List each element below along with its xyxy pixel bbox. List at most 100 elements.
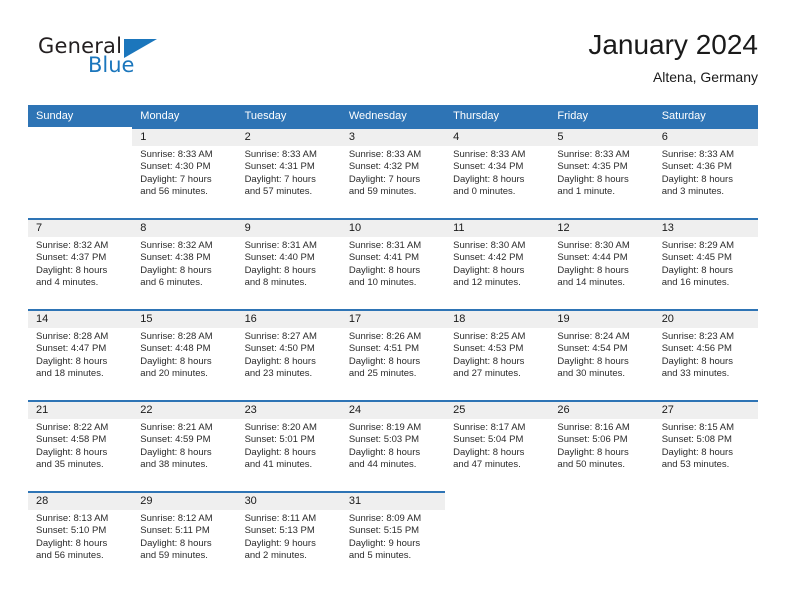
calendar-day-cell[interactable]: 23 Sunrise: 8:20 AM Sunset: 5:01 PM Dayligh… [236, 400, 341, 492]
sunset-time: Sunset: 5:13 PM [244, 525, 315, 537]
sunrise-time: Sunrise: 8:31 AM [348, 240, 422, 251]
calendar-cell-inner: 28 Sunrise: 8:13 AM Sunset: 5:10 PM Dayligh… [28, 493, 133, 580]
calendar-day-cell[interactable]: 10 Sunrise: 8:31 AM Sunset: 4:41 PM Dayligh… [340, 218, 446, 310]
calendar-day-cell[interactable]: 9 Sunrise: 8:31 AM Sunset: 4:40 PM Daylight… [236, 218, 341, 310]
sunrise-time: Sunrise: 8:25 AM [453, 331, 526, 342]
calendar-day-cell[interactable]: 16 Sunrise: 8:27 AM Sunset: 4:50 PM Dayligh… [236, 309, 341, 401]
calendar-day-cell[interactable]: 4 Sunrise: 8:33 AM Sunset: 4:34 PM Daylight… [445, 127, 550, 219]
sunset-time: Sunset: 4:48 PM [140, 343, 211, 355]
page-title: January 2024 [588, 29, 758, 60]
calendar-day-cell[interactable]: 25 Sunrise: 8:17 AM Sunset: 5:04 PM Dayligh… [445, 400, 550, 492]
day-details: Sunrise: 8:33 AM Sunset: 4:31 PM Daylight:… [237, 146, 341, 199]
day-details: Sunrise: 8:09 AM Sunset: 5:15 PM Daylight:… [341, 510, 445, 563]
calendar-day-cell[interactable]: 20 Sunrise: 8:23 AM Sunset: 4:56 PM Dayligh… [653, 309, 758, 401]
calendar-day-cell[interactable]: 14 Sunrise: 8:28 AM Sunset: 4:47 PM Dayligh… [28, 309, 133, 401]
daylight-duration-line1: Daylight: 7 hours [348, 173, 421, 185]
calendar-day-cell[interactable]: 30 Sunrise: 8:11 AM Sunset: 5:13 PM Dayligh… [236, 491, 341, 582]
calendar-day-cell[interactable]: 27 Sunrise: 8:15 AM Sunset: 5:08 PM Dayligh… [653, 400, 758, 492]
calendar-day-cell[interactable]: 24 Sunrise: 8:19 AM Sunset: 5:03 PM Dayligh… [340, 400, 446, 492]
day-details: Sunrise: 8:24 AM Sunset: 4:54 PM Daylight:… [549, 328, 653, 381]
daylight-duration-line1: Daylight: 8 hours [36, 264, 108, 276]
sunrise-time: Sunrise: 8:33 AM [140, 149, 213, 160]
day-number: 23 [236, 402, 341, 419]
daylight-duration-line2: and 12 minutes. [453, 277, 521, 289]
daylight-duration-line1: Daylight: 7 hours [244, 173, 316, 185]
daylight-duration-line2: and 35 minutes. [36, 459, 104, 471]
calendar-day-cell[interactable]: 3 Sunrise: 8:33 AM Sunset: 4:32 PM Daylight… [340, 127, 446, 219]
sunrise-time: Sunrise: 8:26 AM [348, 331, 422, 342]
daylight-duration-line2: and 47 minutes. [453, 459, 521, 471]
daylight-duration-line2: and 1 minute. [557, 186, 615, 198]
calendar-day-cell[interactable]: 17 Sunrise: 8:26 AM Sunset: 4:51 PM Dayligh… [340, 309, 446, 401]
daylight-duration-line2: and 30 minutes. [557, 368, 626, 380]
calendar-week-row: 14 Sunrise: 8:28 AM Sunset: 4:47 PM Dayligh… [28, 309, 758, 401]
calendar-day-cell[interactable]: 2 Sunrise: 8:33 AM Sunset: 4:31 PM Daylight… [236, 127, 341, 219]
calendar-day-cell[interactable]: 13 Sunrise: 8:29 AM Sunset: 4:45 PM Dayligh… [653, 218, 758, 310]
sunrise-time: Sunrise: 8:23 AM [661, 331, 735, 342]
sunrise-time: Sunrise: 8:21 AM [140, 422, 213, 433]
weekday-header-friday: Friday [549, 105, 654, 128]
daylight-duration-line2: and 44 minutes. [348, 459, 417, 471]
calendar-day-cell[interactable]: 8 Sunrise: 8:32 AM Sunset: 4:38 PM Daylight… [132, 218, 237, 310]
day-details: Sunrise: 8:29 AM Sunset: 4:45 PM Daylight:… [654, 237, 758, 290]
sunset-time: Sunset: 4:42 PM [453, 252, 524, 264]
daylight-duration-line2: and 2 minutes. [244, 550, 307, 562]
calendar-day-cell[interactable]: 18 Sunrise: 8:25 AM Sunset: 4:53 PM Dayligh… [445, 309, 550, 401]
calendar-cell-inner [549, 493, 653, 580]
day-details: Sunrise: 8:33 AM Sunset: 4:35 PM Daylight:… [549, 146, 653, 199]
sunrise-time: Sunrise: 8:19 AM [348, 422, 422, 433]
sunset-time: Sunset: 5:03 PM [348, 434, 420, 446]
daylight-duration-line2: and 41 minutes. [244, 459, 313, 471]
sunset-time: Sunset: 4:31 PM [244, 161, 315, 173]
day-number: 15 [132, 311, 237, 328]
calendar-day-cell[interactable]: 5 Sunrise: 8:33 AM Sunset: 4:35 PM Daylight… [549, 127, 654, 219]
calendar-cell-inner: 17 Sunrise: 8:26 AM Sunset: 4:51 PM Dayligh… [340, 311, 446, 398]
calendar-cell-inner: 14 Sunrise: 8:28 AM Sunset: 4:47 PM Dayligh… [28, 311, 133, 398]
daylight-duration-line1: Daylight: 8 hours [140, 264, 212, 276]
calendar-day-cell[interactable]: 12 Sunrise: 8:30 AM Sunset: 4:44 PM Dayligh… [549, 218, 654, 310]
calendar-day-cell[interactable]: 28 Sunrise: 8:13 AM Sunset: 5:10 PM Dayligh… [28, 491, 133, 582]
day-details: Sunrise: 8:31 AM Sunset: 4:40 PM Daylight:… [237, 237, 341, 290]
calendar-day-cell[interactable]: 21 Sunrise: 8:22 AM Sunset: 4:58 PM Dayligh… [28, 400, 133, 492]
calendar-day-cell[interactable]: 1 Sunrise: 8:33 AM Sunset: 4:30 PM Daylight… [132, 127, 237, 219]
calendar-cell-inner: 2 Sunrise: 8:33 AM Sunset: 4:31 PM Daylight… [236, 129, 341, 216]
calendar-day-cell[interactable]: 6 Sunrise: 8:33 AM Sunset: 4:36 PM Daylight… [653, 127, 758, 219]
daylight-duration-line1: Daylight: 8 hours [140, 446, 212, 458]
calendar-cell-inner: 6 Sunrise: 8:33 AM Sunset: 4:36 PM Daylight… [653, 129, 758, 216]
day-details: Sunrise: 8:30 AM Sunset: 4:42 PM Daylight:… [445, 237, 549, 290]
day-details: Sunrise: 8:33 AM Sunset: 4:30 PM Daylight:… [132, 146, 236, 199]
calendar-day-cell[interactable]: 11 Sunrise: 8:30 AM Sunset: 4:42 PM Dayligh… [445, 218, 550, 310]
daylight-duration-line2: and 20 minutes. [140, 368, 208, 380]
calendar-day-cell[interactable]: 26 Sunrise: 8:16 AM Sunset: 5:06 PM Dayligh… [549, 400, 654, 492]
calendar-day-cell[interactable]: 7 Sunrise: 8:32 AM Sunset: 4:37 PM Daylight… [28, 218, 133, 310]
sunrise-time: Sunrise: 8:29 AM [661, 240, 735, 251]
sunrise-time: Sunrise: 8:33 AM [661, 149, 735, 160]
calendar-cell-inner: 29 Sunrise: 8:12 AM Sunset: 5:11 PM Dayligh… [132, 493, 237, 580]
calendar-day-cell[interactable]: 22 Sunrise: 8:21 AM Sunset: 4:59 PM Dayligh… [132, 400, 237, 492]
sunset-time: Sunset: 5:01 PM [244, 434, 315, 446]
day-details [549, 510, 653, 513]
day-number: 22 [132, 402, 237, 419]
daylight-duration-line2: and 59 minutes. [140, 550, 208, 562]
daylight-duration-line2: and 56 minutes. [140, 186, 208, 198]
daylight-duration-line1: Daylight: 8 hours [36, 446, 108, 458]
calendar-day-cell[interactable]: 15 Sunrise: 8:28 AM Sunset: 4:48 PM Dayligh… [132, 309, 237, 401]
sunset-time: Sunset: 4:32 PM [348, 161, 420, 173]
day-details: Sunrise: 8:28 AM Sunset: 4:47 PM Daylight:… [28, 328, 132, 381]
brand-logo[interactable]: General Blue [28, 28, 188, 84]
daylight-duration-line1: Daylight: 8 hours [244, 264, 316, 276]
calendar-day-cell[interactable]: 19 Sunrise: 8:24 AM Sunset: 4:54 PM Dayligh… [549, 309, 654, 401]
calendar-day-cell[interactable]: 31 Sunrise: 8:09 AM Sunset: 5:15 PM Dayligh… [340, 491, 446, 582]
calendar-cell-inner: 3 Sunrise: 8:33 AM Sunset: 4:32 PM Daylight… [340, 129, 446, 216]
day-number: 5 [549, 129, 654, 146]
daylight-duration-line2: and 50 minutes. [557, 459, 626, 471]
sunset-time: Sunset: 4:37 PM [36, 252, 107, 264]
calendar-day-cell[interactable]: 29 Sunrise: 8:12 AM Sunset: 5:11 PM Dayligh… [132, 491, 237, 582]
day-number: 9 [236, 220, 341, 237]
daylight-duration-line1: Daylight: 8 hours [453, 264, 525, 276]
daylight-duration-line2: and 5 minutes. [348, 550, 412, 562]
daylight-duration-line1: Daylight: 8 hours [661, 446, 733, 458]
sunrise-time: Sunrise: 8:15 AM [661, 422, 735, 433]
day-details: Sunrise: 8:31 AM Sunset: 4:41 PM Daylight:… [341, 237, 445, 290]
day-details: Sunrise: 8:11 AM Sunset: 5:13 PM Daylight:… [237, 510, 341, 563]
